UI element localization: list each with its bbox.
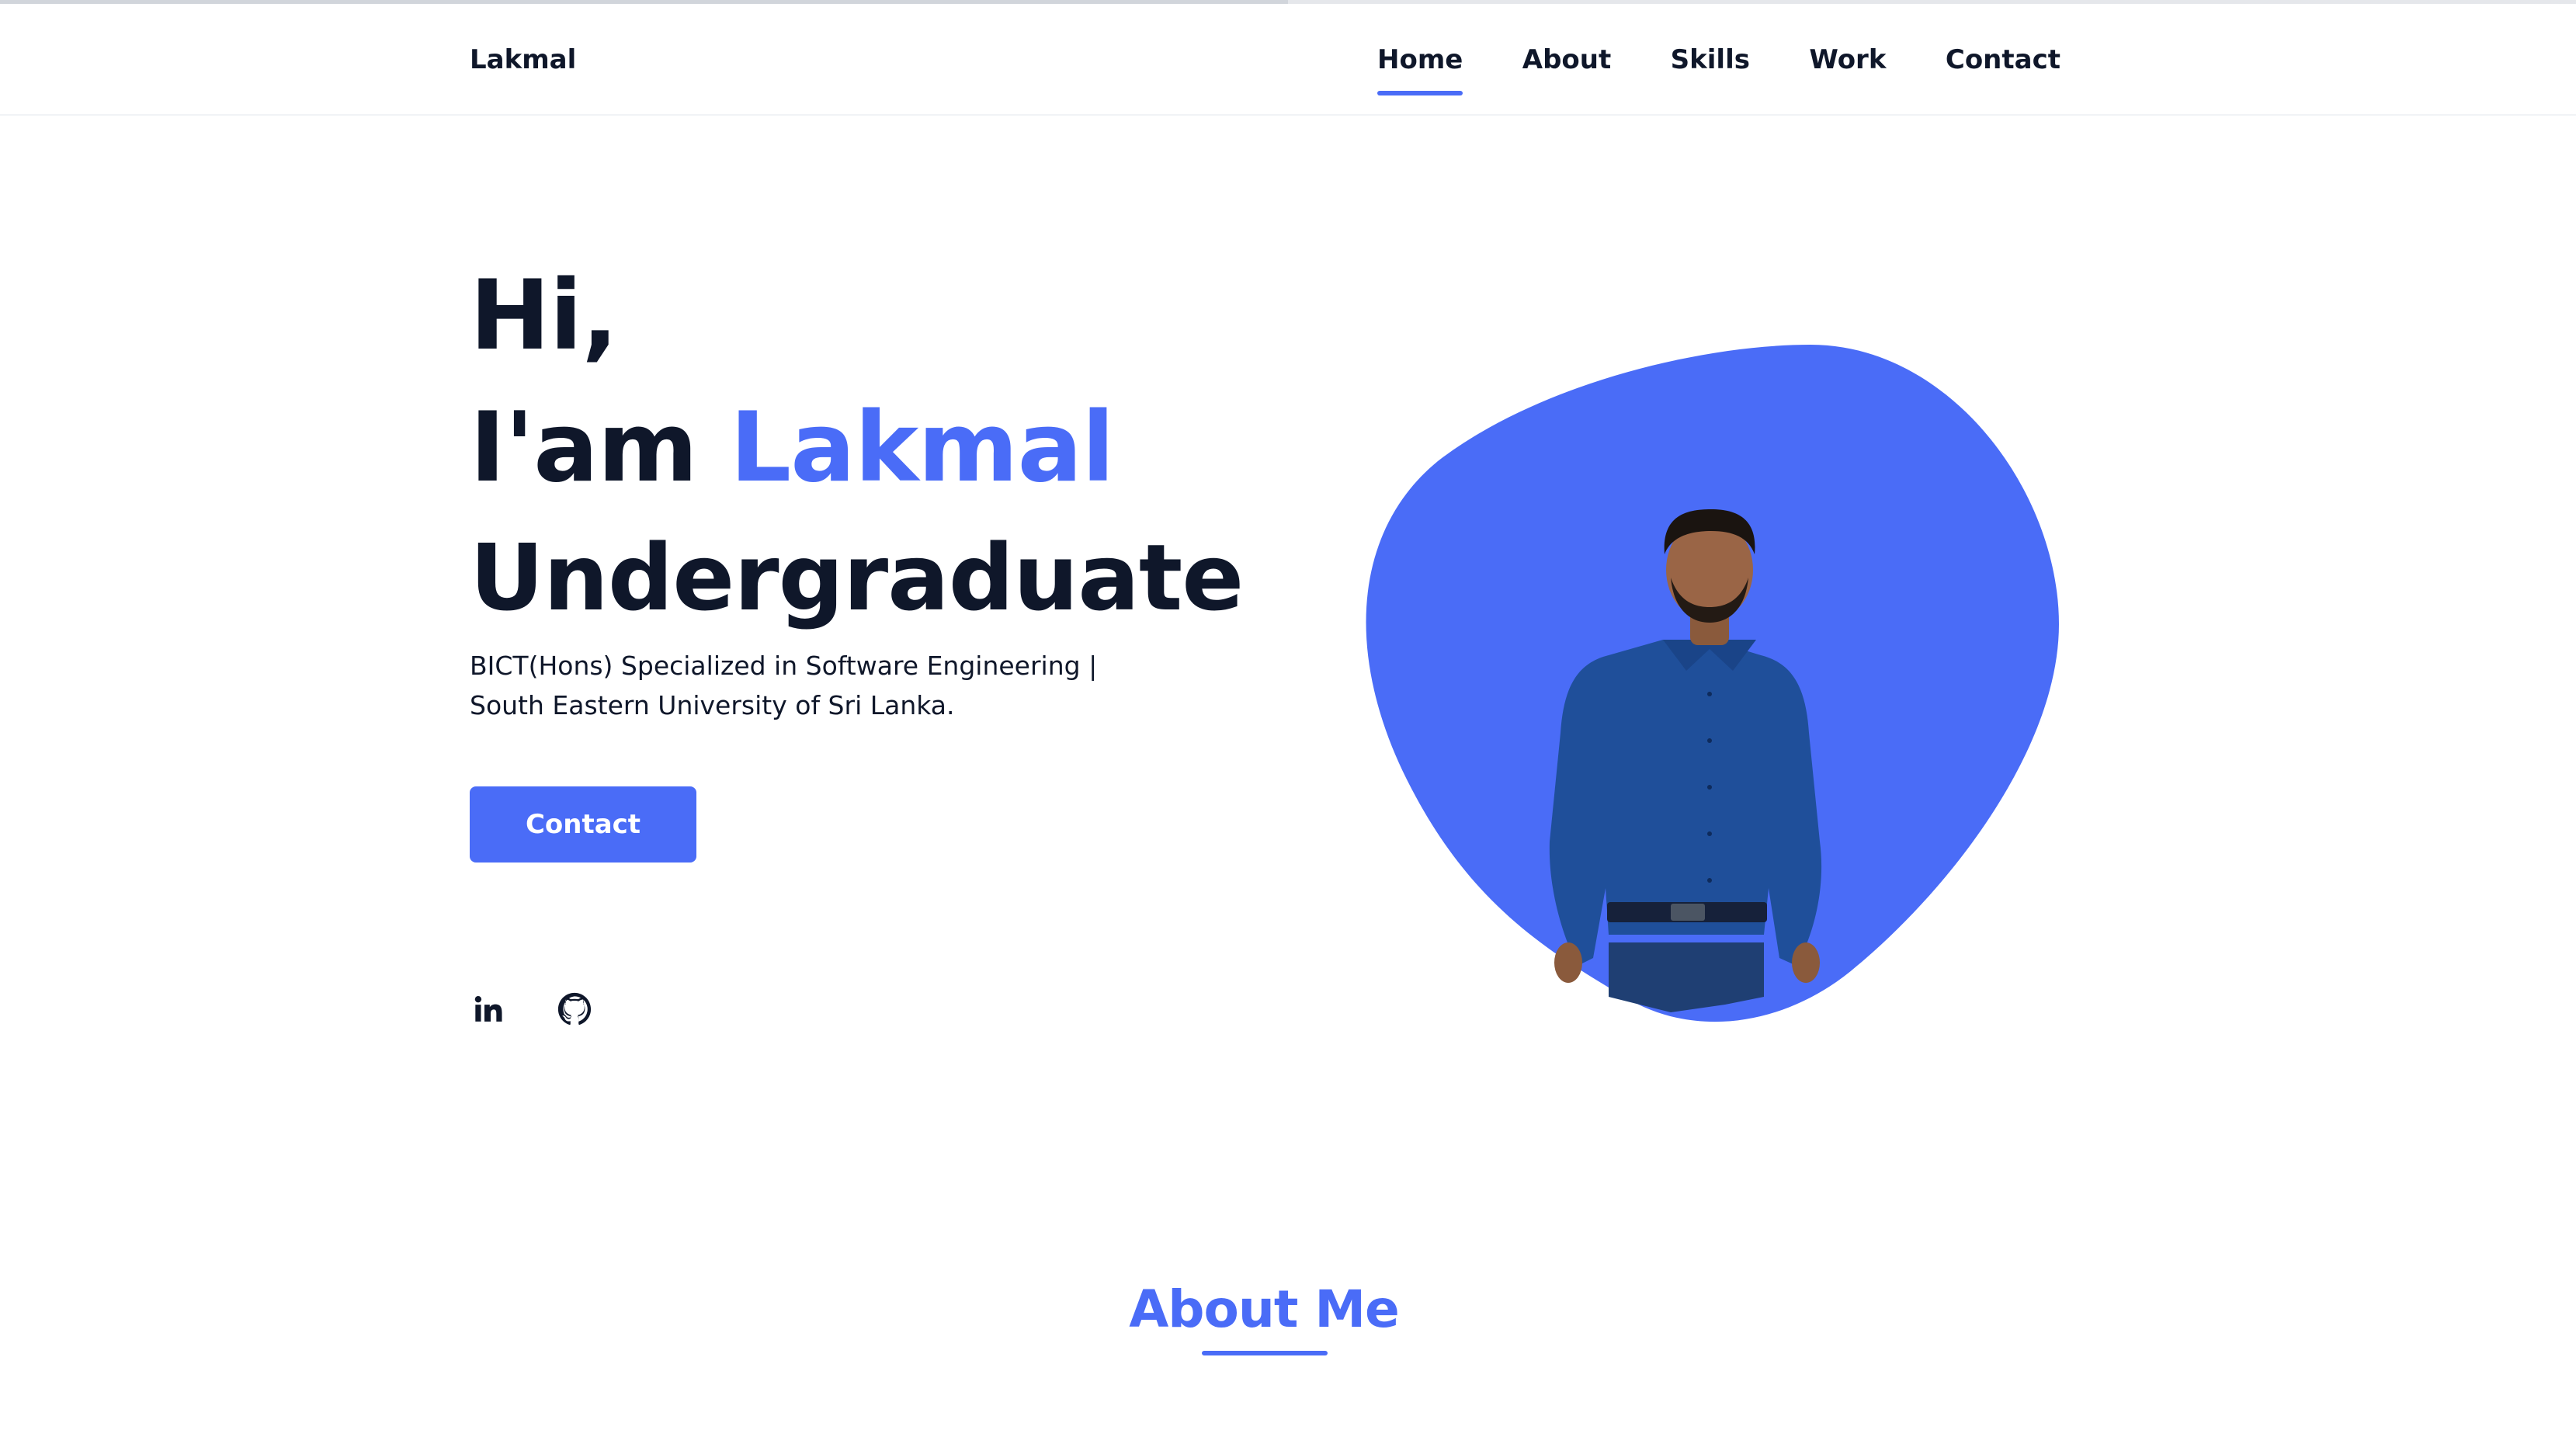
hero-description-line1: BICT(Hons) Specialized in Software Engin… [470,651,1098,681]
about-title: About Me [1129,1279,1400,1339]
contact-button[interactable]: Contact [470,786,696,863]
github-icon[interactable] [557,992,592,1026]
navbar: Lakmal Home About Skills Work Contact [0,4,2576,116]
site-logo[interactable]: Lakmal [470,44,576,75]
hero-name-line: I'am Lakmal [470,392,1115,504]
hero-name-prefix: I'am [470,392,698,504]
hero-description: BICT(Hons) Specialized in Software Engin… [470,646,1168,725]
nav-links: Home About Skills Work Contact [1377,44,2060,95]
hero-role: Undergraduate [470,524,1244,631]
hero-greeting: Hi, [470,260,618,372]
nav-item-contact[interactable]: Contact [1946,44,2060,75]
hero-description-line2: South Eastern University of Sri Lanka. [470,690,955,720]
about-title-underline [1202,1351,1328,1355]
linkedin-icon[interactable] [471,992,505,1026]
hero-name-accent: Lakmal [730,392,1115,504]
hero-profile-image [1360,345,2059,1026]
nav-item-skills[interactable]: Skills [1671,44,1750,75]
nav-item-work[interactable]: Work [1809,44,1886,75]
nav-item-about[interactable]: About [1522,44,1611,75]
nav-item-home[interactable]: Home [1377,44,1463,95]
